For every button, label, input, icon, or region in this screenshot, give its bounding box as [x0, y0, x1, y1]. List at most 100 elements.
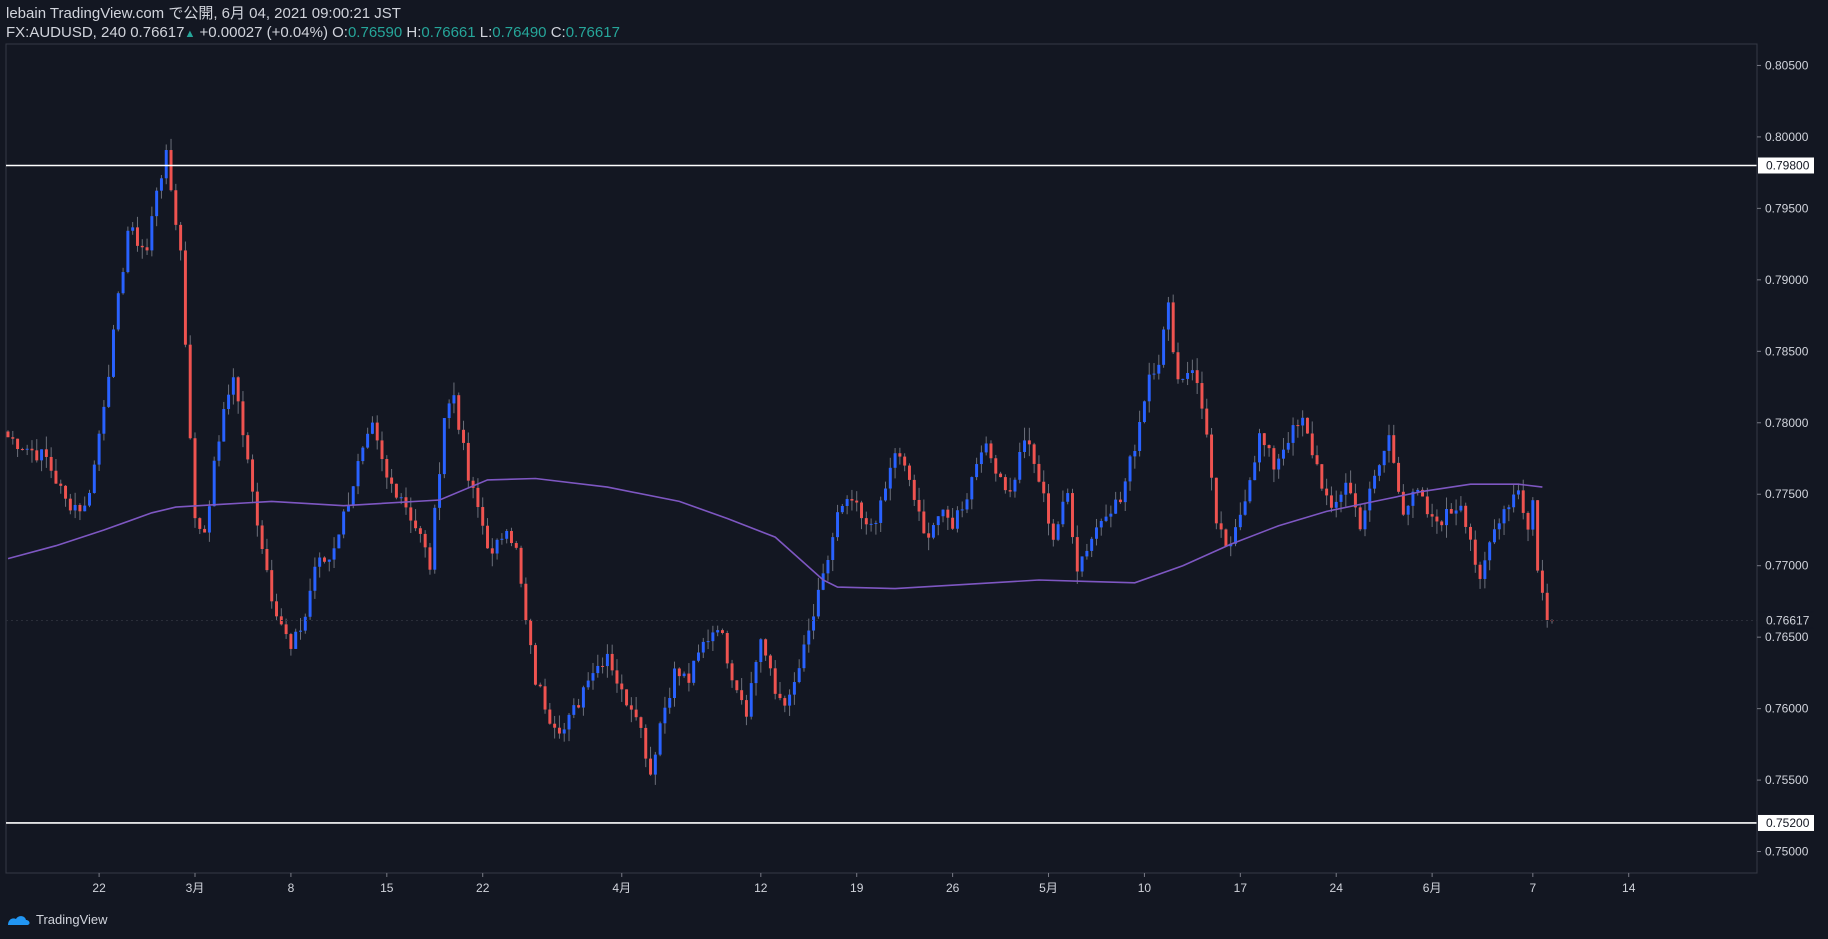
- candle-body: [1464, 505, 1468, 527]
- candle-body: [557, 727, 561, 734]
- plot-area[interactable]: [5, 43, 1758, 874]
- candle-body: [447, 403, 451, 419]
- candle-body: [164, 150, 168, 179]
- time-tick-label: 15: [380, 881, 394, 895]
- candle-body: [356, 461, 360, 487]
- candle-body: [49, 456, 53, 471]
- candle-body: [1387, 435, 1391, 451]
- candle-body: [1286, 442, 1290, 450]
- candle-body: [1397, 462, 1401, 492]
- candle-body: [1018, 452, 1022, 480]
- candle-body: [145, 247, 149, 251]
- candle-body: [1315, 455, 1319, 465]
- candle-body: [452, 395, 456, 404]
- candle-body: [1200, 383, 1204, 409]
- candle-body: [1037, 463, 1041, 482]
- candle-body: [653, 754, 657, 775]
- candle-body: [840, 505, 844, 513]
- candle-body: [888, 467, 892, 489]
- candle-body: [984, 443, 988, 453]
- candle-body: [1243, 501, 1247, 515]
- price-tick-label: 0.78500: [1765, 344, 1809, 358]
- candle-body: [1008, 490, 1012, 492]
- candle-body: [1281, 449, 1285, 459]
- candle-body: [605, 653, 609, 667]
- time-tick-label: 19: [850, 881, 864, 895]
- candle-body: [615, 670, 619, 684]
- candle-body: [1003, 477, 1007, 491]
- candle-body: [1449, 509, 1453, 514]
- candle-body: [1516, 490, 1520, 495]
- candle-body: [907, 465, 911, 480]
- candle-body: [270, 570, 274, 602]
- current-price-tag-label: 0.76617: [1766, 613, 1810, 627]
- price-tick-label: 0.77000: [1765, 559, 1809, 573]
- price-tick-label: 0.75500: [1765, 773, 1809, 787]
- candle-body: [759, 639, 763, 663]
- candle-body: [955, 510, 959, 529]
- candle-body: [466, 442, 470, 481]
- candle-body: [1507, 507, 1511, 510]
- candle-body: [481, 507, 485, 526]
- time-tick-label: 24: [1330, 881, 1344, 895]
- candle-body: [812, 616, 816, 631]
- candle-body: [265, 548, 269, 571]
- candle-body: [1157, 364, 1161, 374]
- candle-body: [1080, 556, 1084, 572]
- candle-body: [1061, 501, 1065, 525]
- candle-body: [1363, 510, 1367, 530]
- time-tick-label: 3月: [186, 881, 205, 895]
- price-chart[interactable]: 0.80500 0.80000 0.79500 0.79000 0.78500 0.780…: [0, 0, 1828, 939]
- candle-body: [596, 665, 600, 674]
- candle-body: [562, 729, 566, 734]
- price-axis[interactable]: 0.80500 0.80000 0.79500 0.79000 0.78500 0.780…: [6, 44, 1815, 873]
- candle-body: [1248, 480, 1252, 502]
- candle-body: [1205, 408, 1209, 435]
- level-price-tag-label: 0.75200: [1766, 816, 1810, 830]
- candle-body: [1152, 373, 1156, 375]
- candle-body: [231, 377, 235, 395]
- candle-body: [730, 663, 734, 681]
- candle-body: [1545, 592, 1549, 621]
- candle-body: [524, 583, 528, 621]
- candle-body: [505, 530, 509, 539]
- candle-body: [135, 227, 139, 246]
- candle-body: [1109, 513, 1113, 517]
- candle-body: [778, 693, 782, 699]
- candle-body: [255, 491, 259, 526]
- candle-body: [509, 530, 513, 544]
- candle-body: [361, 447, 365, 462]
- candle-body: [1497, 523, 1501, 530]
- candle-body: [816, 589, 820, 617]
- time-tick-label: 17: [1234, 881, 1248, 895]
- candle-body: [1325, 488, 1329, 496]
- candle-body: [294, 631, 298, 649]
- candle-body: [203, 528, 207, 533]
- price-tick-label: 0.76500: [1765, 630, 1809, 644]
- candle-body: [1382, 450, 1386, 466]
- candle-body: [1195, 370, 1199, 384]
- time-tick-label: 8: [288, 881, 295, 895]
- candle-body: [390, 477, 394, 484]
- candle-body: [322, 557, 326, 562]
- candle-body: [227, 394, 231, 410]
- candle-body: [337, 534, 341, 549]
- candle-body: [1373, 475, 1377, 489]
- candle-body: [548, 709, 552, 724]
- candle-body: [1138, 422, 1142, 451]
- candle-body: [869, 523, 873, 525]
- horizontal-levels-group: [6, 164, 1757, 824]
- candle-body: [385, 459, 389, 478]
- candle-body: [289, 634, 293, 649]
- candle-body: [1224, 529, 1228, 547]
- candle-body: [687, 673, 691, 683]
- candle-body: [1071, 493, 1074, 538]
- candle-body: [903, 456, 907, 466]
- candle-body: [1406, 505, 1410, 515]
- time-axis[interactable]: 22 3月 8 15 22 4月 12 19 26 5月 10 17 24 6月 7 14: [6, 872, 1757, 895]
- candle-body: [898, 453, 902, 457]
- time-tick-label: 10: [1138, 881, 1152, 895]
- candle-body: [586, 680, 590, 688]
- time-tick-label: 22: [476, 881, 490, 895]
- candle-body: [884, 488, 887, 501]
